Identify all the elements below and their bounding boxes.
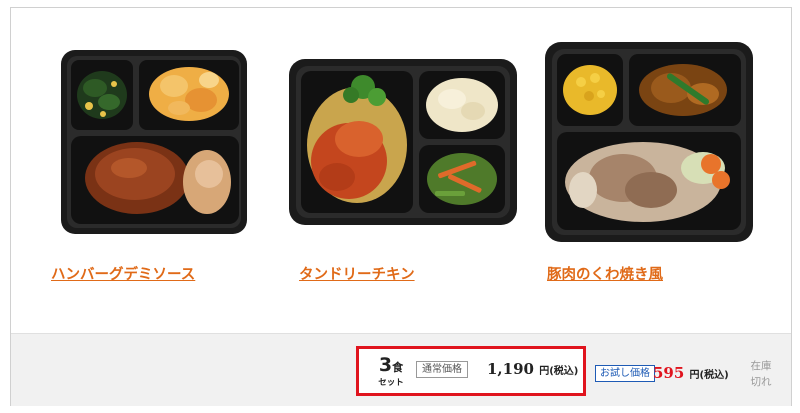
product-image-hamburg[interactable] <box>59 48 249 240</box>
set-quantity: 3食 セット <box>371 355 411 388</box>
trial-price-value: 595 <box>653 364 685 382</box>
trial-price: 595 円(税込) <box>653 364 729 382</box>
product-link-pork[interactable]: 豚肉のくわ焼き風 <box>547 263 663 284</box>
product-image-tandoori[interactable] <box>287 57 519 231</box>
product-set-panel: ハンバーグデミソース タンドリーチキン 豚肉のくわ焼き風 3食 セット 通常価格… <box>10 7 792 406</box>
set-quantity-unit: 食 <box>392 361 404 374</box>
purchase-bar: 3食 セット 通常価格 1,190 円(税込) お試し価格 595 円(税込) … <box>11 333 791 406</box>
set-quantity-number: 3 <box>378 354 393 376</box>
trial-price-suffix: 円(税込) <box>689 370 729 381</box>
product-link-hamburg[interactable]: ハンバーグデミソース <box>51 263 195 284</box>
regular-price: 1,190 円(税込) <box>487 360 578 378</box>
product-image-pork[interactable] <box>543 40 755 248</box>
stock-status: 在庫切れ <box>750 360 772 388</box>
product-link-tandoori[interactable]: タンドリーチキン <box>299 263 415 284</box>
set-price-highlight[interactable]: 3食 セット 通常価格 1,190 円(税込) <box>356 346 586 396</box>
regular-price-value: 1,190 <box>487 360 534 378</box>
set-label: セット <box>378 378 404 388</box>
regular-price-tag: 通常価格 <box>416 361 468 378</box>
trial-price-tag: お試し価格 <box>595 365 655 382</box>
regular-price-suffix: 円(税込) <box>539 366 579 377</box>
